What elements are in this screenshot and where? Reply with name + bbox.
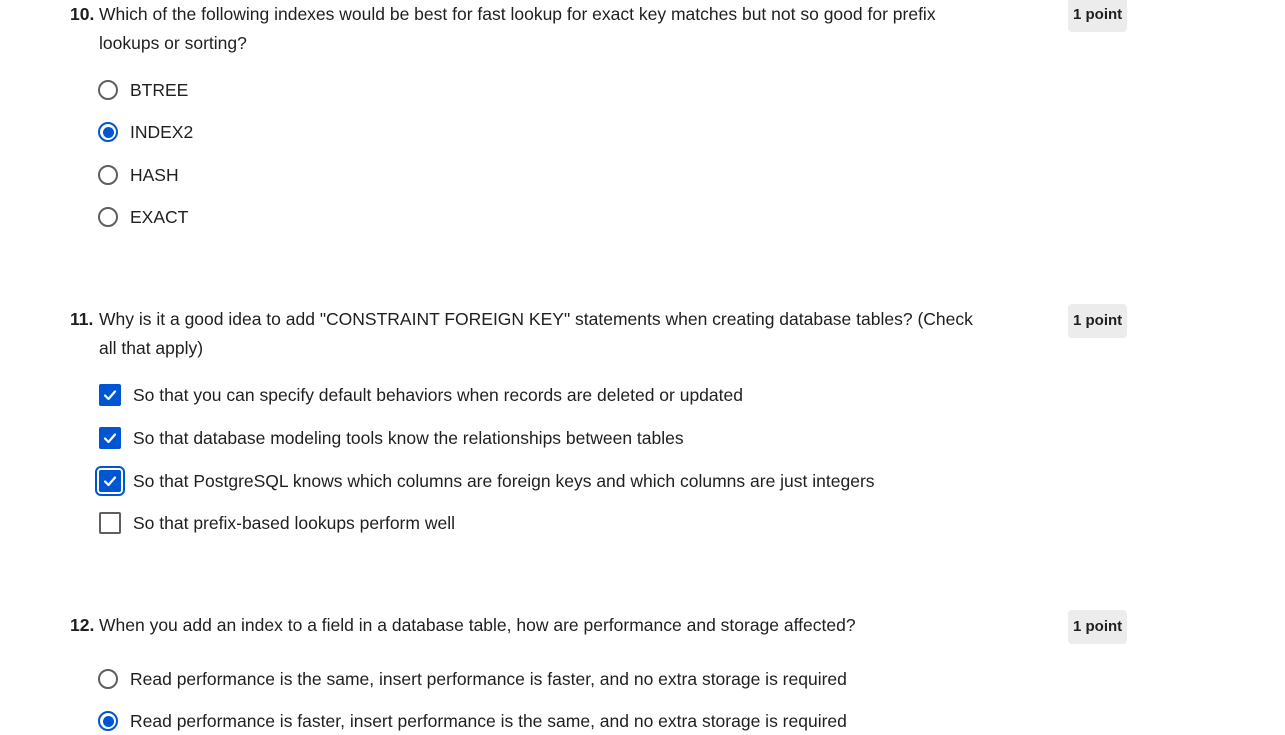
- option-prefix-lookups[interactable]: So that prefix-based lookups perform wel…: [97, 509, 455, 537]
- option-label: HASH: [130, 164, 179, 185]
- checkmark-icon: [103, 476, 117, 487]
- radio-button[interactable]: [98, 207, 118, 227]
- points-badge: 1 point: [1068, 304, 1128, 338]
- option-modeling-tools[interactable]: So that database modeling tools know the…: [97, 424, 684, 452]
- question-text: Which of the following indexes would be …: [99, 4, 936, 53]
- points-badge: 1 point: [1068, 610, 1128, 644]
- option-exact[interactable]: EXACT: [97, 203, 188, 231]
- option-default-behaviors[interactable]: So that you can specify default behavior…: [97, 381, 743, 409]
- option-hash[interactable]: HASH: [97, 161, 179, 189]
- option-label: So that PostgreSQL knows which columns a…: [133, 470, 875, 491]
- points-badge: 1 point: [1068, 0, 1128, 32]
- checkbox[interactable]: [99, 427, 121, 449]
- option-label: So that database modeling tools know the…: [133, 427, 684, 448]
- question-text: When you add an index to a field in a da…: [99, 615, 856, 635]
- option-label: BTREE: [130, 79, 189, 100]
- checkbox[interactable]: [99, 512, 121, 534]
- question-prompt: 11. Why is it a good idea to add "CONSTR…: [70, 305, 975, 363]
- radio-button[interactable]: [98, 80, 118, 100]
- option-label: So that you can specify default behavior…: [133, 384, 743, 405]
- radio-button[interactable]: [98, 711, 118, 731]
- option-read-same[interactable]: Read performance is the same, insert per…: [97, 665, 847, 693]
- option-read-faster[interactable]: Read performance is faster, insert perfo…: [97, 707, 847, 735]
- option-label: EXACT: [130, 206, 189, 227]
- question-text: Why is it a good idea to add "CONSTRAINT…: [99, 309, 973, 358]
- question-number: 10.: [70, 4, 95, 24]
- option-label: Read performance is faster, insert perfo…: [130, 710, 847, 731]
- radio-selected-dot: [102, 715, 114, 727]
- option-index2[interactable]: INDEX2: [97, 118, 193, 146]
- radio-selected-dot: [102, 126, 114, 138]
- radio-button[interactable]: [98, 165, 118, 185]
- checkbox[interactable]: [99, 384, 121, 406]
- question-prompt: 12. When you add an index to a field in …: [70, 611, 975, 640]
- checkbox[interactable]: [95, 466, 125, 496]
- checkmark-icon: [103, 390, 117, 401]
- option-label: Read performance is the same, insert per…: [130, 668, 847, 689]
- option-label: So that prefix-based lookups perform wel…: [133, 512, 455, 533]
- option-postgresql-knows[interactable]: So that PostgreSQL knows which columns a…: [95, 466, 875, 496]
- option-btree[interactable]: BTREE: [97, 76, 188, 104]
- question-prompt: 10. Which of the following indexes would…: [70, 0, 975, 58]
- radio-button[interactable]: [98, 122, 118, 142]
- radio-button[interactable]: [98, 669, 118, 689]
- option-label: INDEX2: [130, 121, 194, 142]
- question-number: 12.: [70, 615, 95, 635]
- question-number: 11.: [70, 309, 94, 329]
- checkmark-icon: [103, 433, 117, 444]
